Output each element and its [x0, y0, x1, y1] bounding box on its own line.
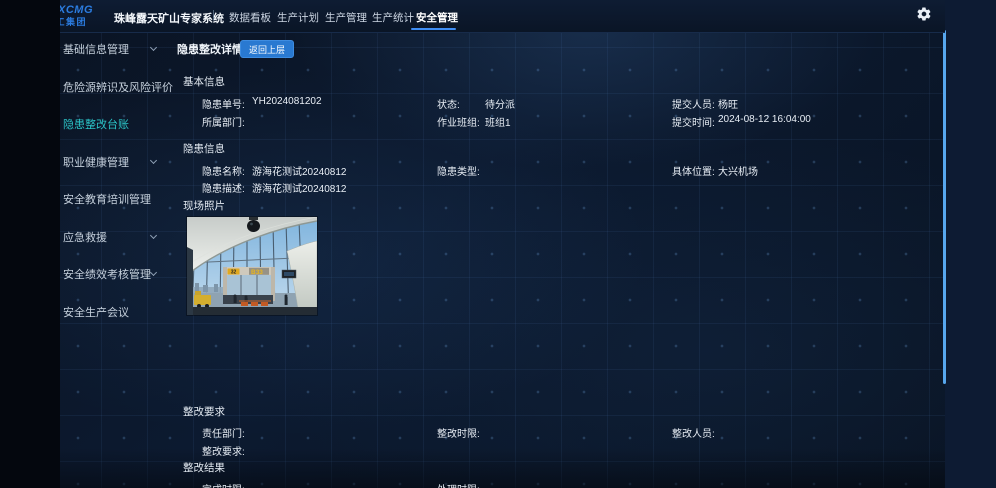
field-label-location: 具体位置:	[672, 163, 715, 178]
section-title-danger: 隐患信息	[183, 141, 225, 156]
logo-text-en: XCMG	[58, 4, 93, 16]
field-value-order-no: YH2024081202	[252, 96, 322, 107]
section-title-basic: 基本信息	[183, 74, 225, 89]
chevron-down-icon	[150, 232, 157, 239]
scrollbar[interactable]	[943, 30, 946, 384]
field-label-team: 作业班组:	[437, 114, 480, 129]
field-value-submitter: 杨旺	[718, 96, 738, 111]
sidebar-item-safety-training[interactable]: 安全教育培训管理	[60, 188, 172, 208]
left-crop-strip	[0, 0, 60, 488]
section-title-photos: 现场照片	[183, 198, 225, 213]
nav-item-plan[interactable]: 生产计划	[277, 10, 319, 25]
settings-gear-icon[interactable]	[916, 6, 932, 22]
field-label-rectify-person: 整改人员:	[672, 425, 715, 440]
nav-item-safety[interactable]: 安全管理	[416, 10, 458, 25]
title-separator: |	[212, 9, 215, 21]
sidebar-item-basic-info[interactable]: 基础信息管理	[60, 38, 172, 58]
app-title: 珠峰露天矿山专家系统	[114, 10, 224, 26]
field-label-danger-type: 隐患类型:	[437, 163, 480, 178]
field-label-rectify-req: 整改要求:	[202, 443, 245, 458]
field-label-resp-department: 责任部门:	[202, 425, 245, 440]
desktop-strip	[945, 0, 996, 488]
section-title-requirement: 整改要求	[183, 404, 225, 419]
page-title: 隐患整改详情	[177, 41, 243, 57]
chevron-down-icon	[150, 157, 157, 164]
field-label-submitter: 提交人员:	[672, 96, 715, 111]
top-navbar: XCMG 徐工集团 珠峰露天矿山专家系统 | 数据看板 生产计划 生产管理 生产…	[0, 0, 945, 33]
sidebar-item-safety-meeting[interactable]: 安全生产会议	[60, 301, 172, 321]
sidebar-item-hazard-identification[interactable]: 危险源辨识及风险评价	[60, 76, 172, 96]
chevron-down-icon	[150, 44, 157, 51]
nav-item-dashboard[interactable]: 数据看板	[229, 10, 271, 25]
airport-terminal-photo: 32 B33	[187, 217, 317, 315]
field-label-danger-name: 隐患名称:	[202, 163, 245, 178]
field-label-submit-time: 提交时间:	[672, 114, 715, 129]
requirement-row-1: 责任部门: 整改时限: 整改人员:	[0, 425, 945, 439]
field-label-order-no: 隐患单号:	[202, 96, 245, 111]
field-label-department: 所属部门:	[202, 114, 245, 129]
active-tab-underline	[411, 28, 456, 30]
field-label-status: 状态:	[437, 96, 460, 111]
gate-sign-b33: B33	[251, 269, 263, 276]
field-label-deadline: 整改时限:	[437, 425, 480, 440]
app-window: XCMG 徐工集团 珠峰露天矿山专家系统 | 数据看板 生产计划 生产管理 生产…	[0, 0, 996, 488]
requirement-row-2: 整改要求:	[0, 443, 945, 457]
basic-info-row-1: 隐患单号: YH2024081202 状态: 待分派 提交人员: 杨旺	[0, 96, 945, 110]
field-value-team: 班组1	[485, 114, 511, 129]
field-value-danger-name: 游海花测试20240812	[252, 163, 347, 178]
field-label-handle-time: 处理时限:	[437, 481, 480, 488]
field-value-danger-desc: 游海花测试20240812	[252, 180, 347, 195]
field-value-submit-time: 2024-08-12 16:04:00	[718, 114, 811, 125]
sidebar-item-emergency-rescue[interactable]: 应急救援	[60, 226, 172, 246]
sidebar-item-occupational-health[interactable]: 职业健康管理	[60, 151, 172, 171]
back-button[interactable]: 返回上层	[240, 40, 294, 58]
field-value-location: 大兴机场	[718, 163, 758, 178]
field-label-danger-desc: 隐患描述:	[202, 180, 245, 195]
field-value-status: 待分派	[485, 96, 515, 111]
sidebar-item-hidden-danger-ledger[interactable]: 隐患整改台账	[60, 113, 172, 133]
section-title-result: 整改结果	[183, 460, 225, 475]
gate-sign-32: 32	[231, 270, 237, 276]
result-row-1: 完成时限: 处理时限:	[0, 481, 945, 488]
chevron-down-icon	[150, 269, 157, 276]
nav-item-statistics[interactable]: 生产统计	[372, 10, 414, 25]
scene-photo-thumbnail[interactable]: 32 B33	[187, 217, 317, 315]
sidebar-item-safety-performance[interactable]: 安全绩效考核管理	[60, 263, 172, 283]
field-label-finish-time: 完成时限:	[202, 481, 245, 488]
nav-item-production[interactable]: 生产管理	[325, 10, 367, 25]
